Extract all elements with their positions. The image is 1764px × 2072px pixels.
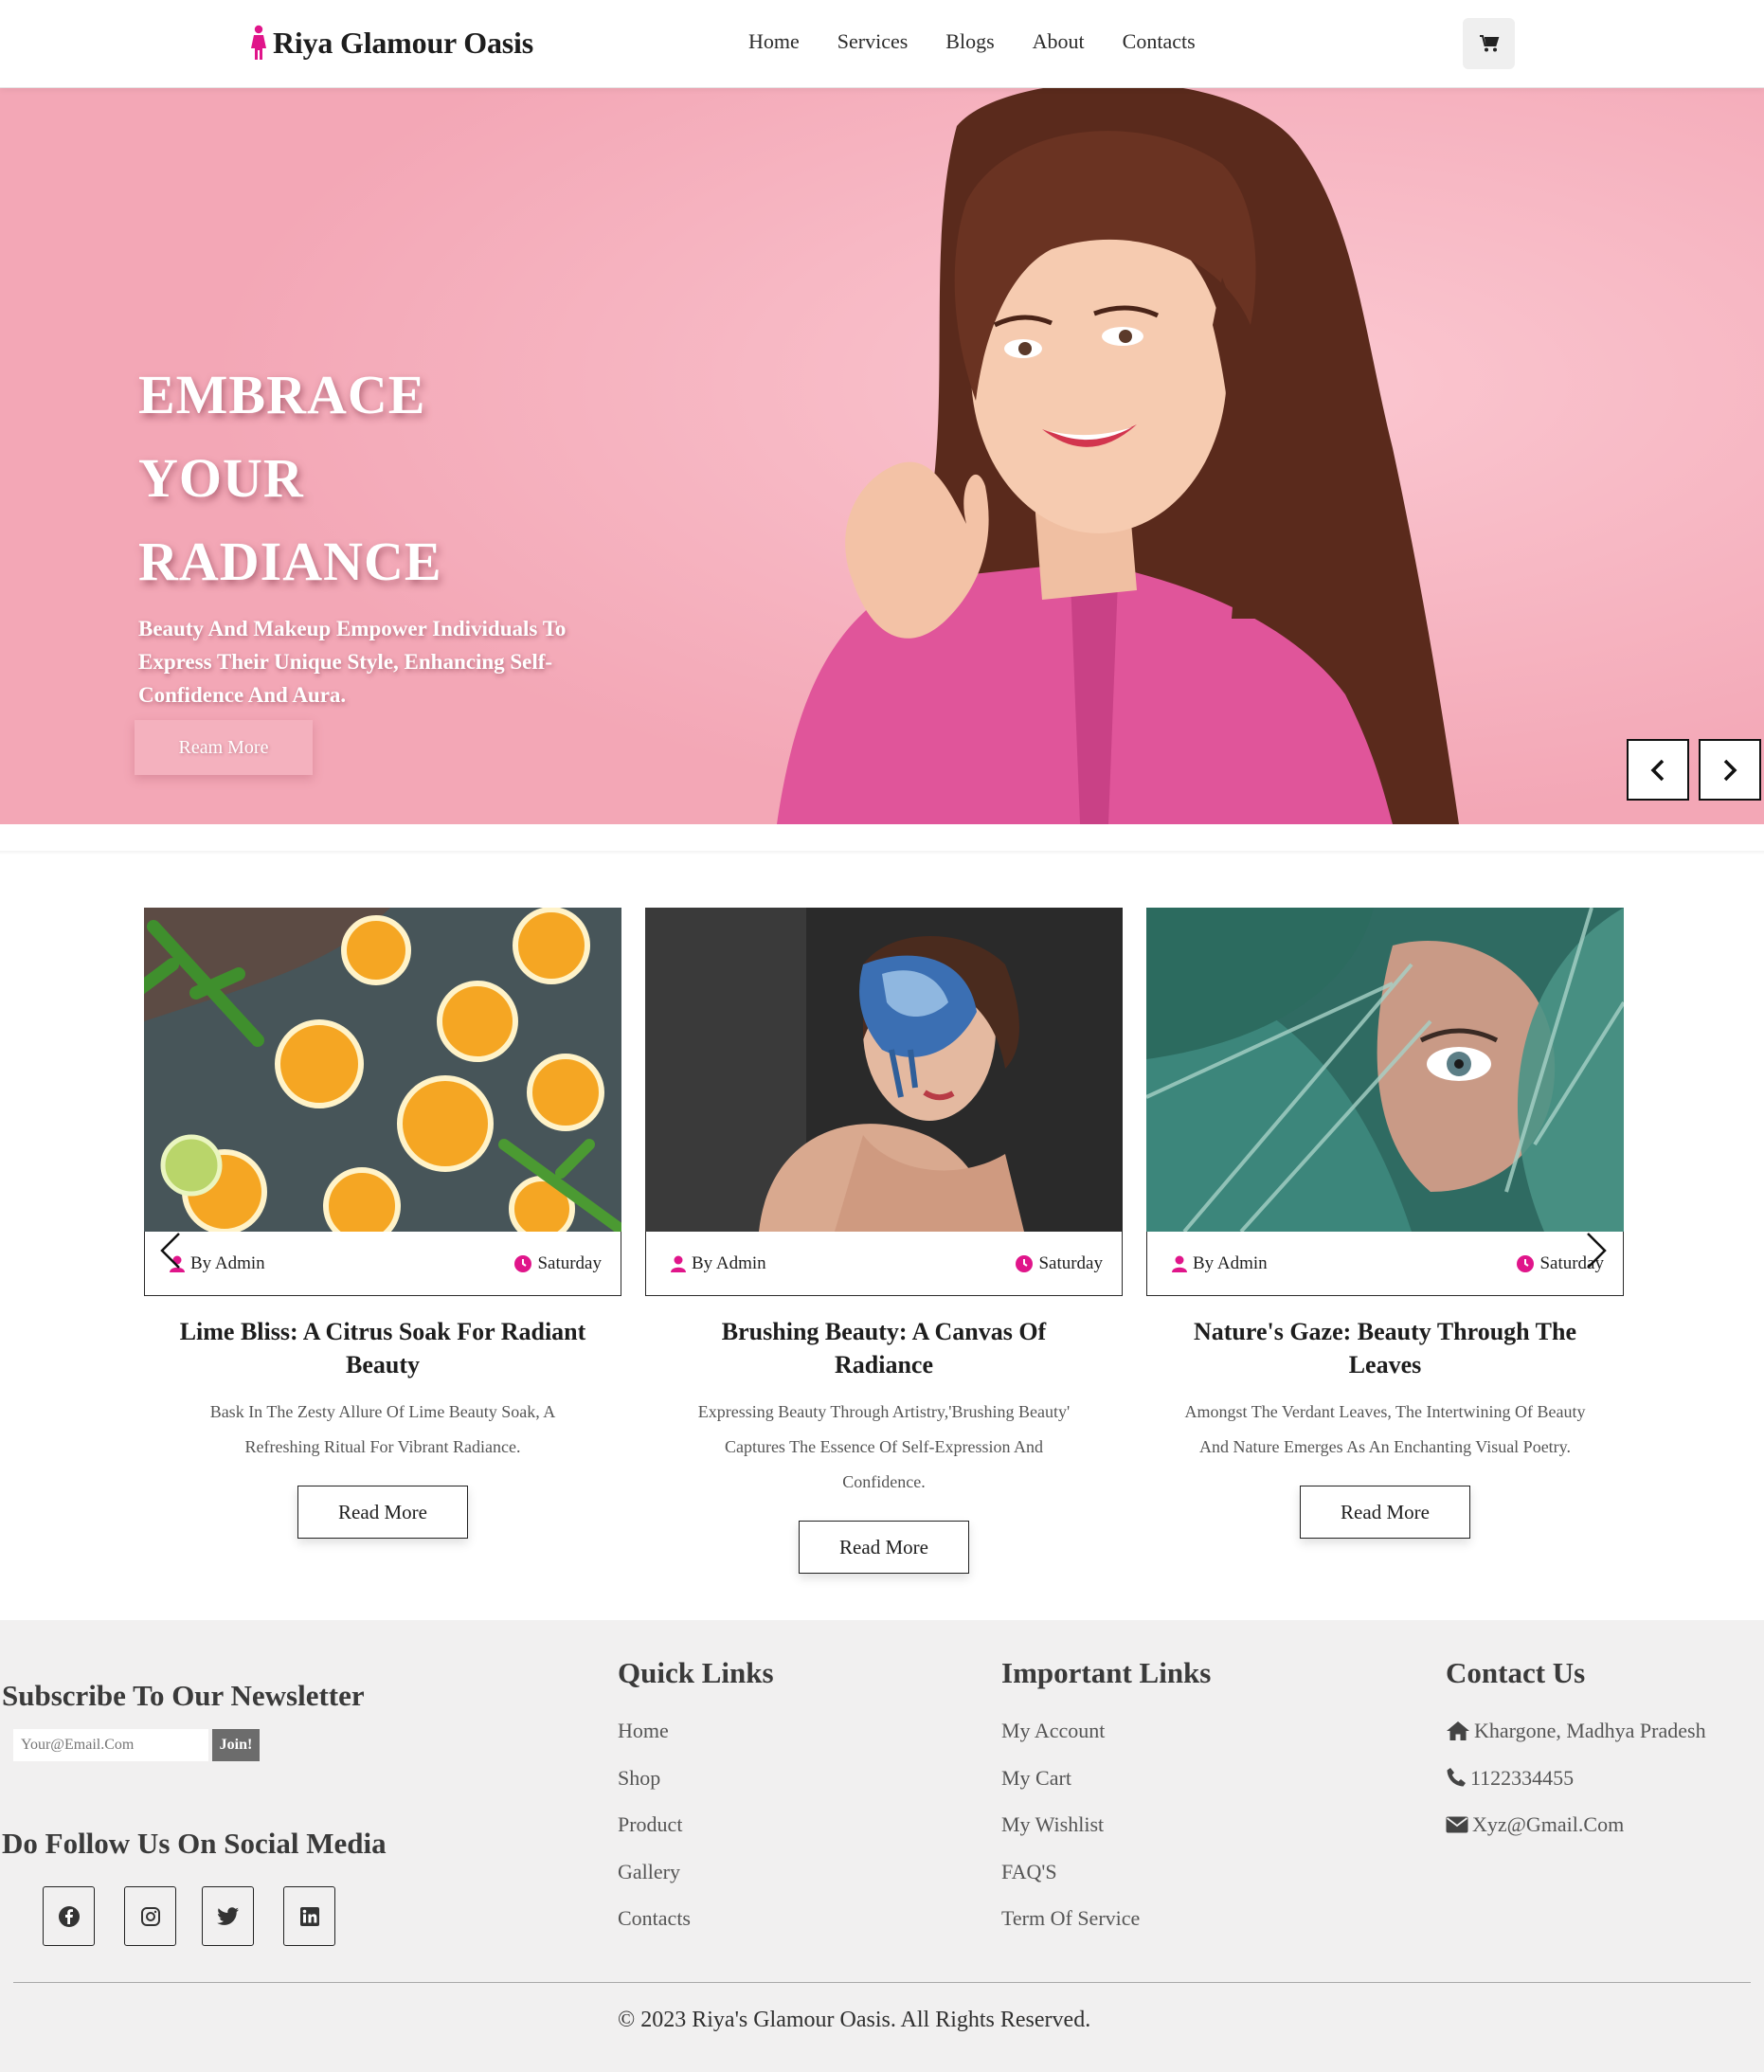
day-label: Saturday bbox=[537, 1252, 602, 1273]
contact-heading: Contact Us bbox=[1446, 1656, 1586, 1689]
hero-next-button[interactable] bbox=[1699, 739, 1761, 801]
post-day: Saturday bbox=[1016, 1253, 1103, 1274]
nav-blogs[interactable]: Blogs bbox=[945, 25, 994, 59]
chevron-left-icon[interactable] bbox=[158, 1232, 183, 1270]
nav-about[interactable]: About bbox=[1033, 25, 1085, 59]
important-link-account[interactable]: My Account bbox=[1001, 1717, 1140, 1744]
instagram-link[interactable] bbox=[124, 1886, 176, 1946]
contact-phone[interactable]: 1122334455 bbox=[1446, 1764, 1706, 1792]
section-divider bbox=[0, 851, 1764, 855]
blog-card: By Admin Saturday Lime Bliss: A Citrus S… bbox=[144, 908, 621, 1539]
blog-image-face-paint bbox=[645, 908, 1123, 1232]
newsletter-heading: Subscribe To Our Newsletter bbox=[2, 1679, 365, 1712]
blog-meta: By Admin Saturday bbox=[645, 1232, 1123, 1296]
brand[interactable]: Riya Glamour Oasis bbox=[248, 21, 533, 64]
important-links-list: My Account My Cart My Wishlist FAQ'S Ter… bbox=[1001, 1717, 1140, 1952]
cart-icon bbox=[1479, 35, 1499, 52]
hero-prev-button[interactable] bbox=[1627, 739, 1689, 801]
twitter-icon bbox=[216, 1906, 239, 1925]
author-name: By Admin bbox=[190, 1252, 265, 1273]
contact-address: Khargone, Madhya Pradesh bbox=[1446, 1717, 1706, 1744]
hero-title: EMBRACE YOUR RADIANCE bbox=[138, 353, 707, 604]
contact-email[interactable]: Xyz@Gmail.Com bbox=[1446, 1811, 1706, 1838]
hero-read-more-button[interactable]: Ream More bbox=[135, 720, 313, 775]
blog-card: By Admin Saturday Nature's Gaze: Beauty … bbox=[1146, 908, 1624, 1539]
nav-contacts[interactable]: Contacts bbox=[1123, 25, 1196, 59]
copyright-text: © 2023 Riya's Glamour Oasis. All Rights … bbox=[618, 2008, 1091, 2032]
blog-meta: By Admin Saturday bbox=[144, 1232, 621, 1296]
envelope-icon bbox=[1446, 1816, 1468, 1833]
hero-subtitle: Beauty And Makeup Empower Individuals To… bbox=[138, 617, 567, 707]
phone-icon bbox=[1447, 1768, 1466, 1787]
blog-card: By Admin Saturday Brushing Beauty: A Can… bbox=[645, 908, 1123, 1574]
cart-button[interactable] bbox=[1463, 18, 1515, 69]
social-heading: Do Follow Us On Social Media bbox=[2, 1827, 387, 1860]
chevron-right-icon bbox=[1723, 759, 1737, 781]
read-more-button[interactable]: Read More bbox=[799, 1521, 969, 1574]
nav-services[interactable]: Services bbox=[837, 25, 909, 59]
hero-banner: EMBRACE YOUR RADIANCE Beauty And Makeup … bbox=[0, 88, 1764, 824]
important-links-heading: Important Links bbox=[1001, 1656, 1212, 1689]
twitter-link[interactable] bbox=[202, 1886, 254, 1946]
blog-image-citrus bbox=[144, 908, 621, 1232]
quick-links-list: Home Shop Product Gallery Contacts bbox=[618, 1717, 691, 1952]
day-label: Saturday bbox=[1038, 1252, 1103, 1273]
quick-links-heading: Quick Links bbox=[618, 1656, 774, 1689]
home-icon bbox=[1447, 1721, 1469, 1740]
read-more-button[interactable]: Read More bbox=[297, 1486, 468, 1539]
author: By Admin bbox=[170, 1253, 265, 1274]
hero-title-line: RADIANCE bbox=[138, 531, 442, 592]
blog-title[interactable]: Nature's Gaze: Beauty Through The Leaves bbox=[1146, 1315, 1624, 1381]
user-icon bbox=[671, 1255, 686, 1272]
read-more-button[interactable]: Read More bbox=[1300, 1486, 1470, 1539]
chevron-left-icon bbox=[1650, 759, 1665, 781]
blog-title[interactable]: Lime Bliss: A Citrus Soak For Radiant Be… bbox=[144, 1315, 621, 1381]
brand-name: Riya Glamour Oasis bbox=[273, 25, 533, 60]
top-navbar: Riya Glamour Oasis Home Services Blogs A… bbox=[0, 0, 1764, 88]
blog-title[interactable]: Brushing Beauty: A Canvas Of Radiance bbox=[645, 1315, 1123, 1381]
author-name: By Admin bbox=[1193, 1252, 1268, 1273]
blog-excerpt: Expressing Beauty Through Artistry,'Brus… bbox=[697, 1402, 1071, 1491]
user-icon bbox=[1172, 1255, 1187, 1272]
email-text: Xyz@Gmail.Com bbox=[1472, 1812, 1625, 1837]
author: By Admin bbox=[1172, 1253, 1268, 1274]
quick-link-gallery[interactable]: Gallery bbox=[618, 1858, 691, 1885]
hero-title-line: YOUR bbox=[138, 447, 304, 509]
footer-divider bbox=[13, 1982, 1751, 1983]
linkedin-link[interactable] bbox=[283, 1886, 335, 1946]
woman-figure-icon bbox=[251, 25, 266, 60]
quick-link-home[interactable]: Home bbox=[618, 1717, 691, 1744]
main-menu: Home Services Blogs About Contacts bbox=[748, 25, 1196, 59]
clock-icon bbox=[1517, 1254, 1535, 1272]
facebook-link[interactable] bbox=[43, 1886, 95, 1946]
newsletter-email-input[interactable] bbox=[13, 1729, 208, 1761]
instagram-icon bbox=[140, 1906, 160, 1926]
chevron-right-icon[interactable] bbox=[1584, 1232, 1609, 1270]
blog-meta: By Admin Saturday bbox=[1146, 1232, 1624, 1296]
nav-home[interactable]: Home bbox=[748, 25, 800, 59]
blog-excerpt: Amongst The Verdant Leaves, The Intertwi… bbox=[1184, 1402, 1586, 1456]
post-day: Saturday bbox=[514, 1253, 602, 1274]
blog-image-leaves bbox=[1146, 908, 1624, 1232]
phone-text: 1122334455 bbox=[1470, 1765, 1575, 1790]
author-name: By Admin bbox=[692, 1252, 766, 1273]
important-link-terms[interactable]: Term Of Service bbox=[1001, 1904, 1140, 1932]
clock-icon bbox=[1016, 1254, 1034, 1272]
contact-list: Khargone, Madhya Pradesh 1122334455 Xyz@… bbox=[1446, 1717, 1706, 1858]
important-link-faq[interactable]: FAQ'S bbox=[1001, 1858, 1140, 1885]
important-link-wishlist[interactable]: My Wishlist bbox=[1001, 1811, 1140, 1838]
quick-link-product[interactable]: Product bbox=[618, 1811, 691, 1838]
author: By Admin bbox=[671, 1253, 766, 1274]
blog-excerpt: Bask In The Zesty Allure Of Lime Beauty … bbox=[209, 1402, 556, 1456]
address-text: Khargone, Madhya Pradesh bbox=[1474, 1719, 1706, 1742]
important-link-cart[interactable]: My Cart bbox=[1001, 1764, 1140, 1792]
quick-link-contacts[interactable]: Contacts bbox=[618, 1904, 691, 1932]
hero-title-line: EMBRACE bbox=[138, 364, 426, 425]
clock-icon bbox=[514, 1254, 532, 1272]
linkedin-icon bbox=[299, 1906, 319, 1926]
quick-link-shop[interactable]: Shop bbox=[618, 1764, 691, 1792]
facebook-icon bbox=[58, 1905, 80, 1927]
newsletter-join-button[interactable]: Join! bbox=[212, 1729, 260, 1761]
